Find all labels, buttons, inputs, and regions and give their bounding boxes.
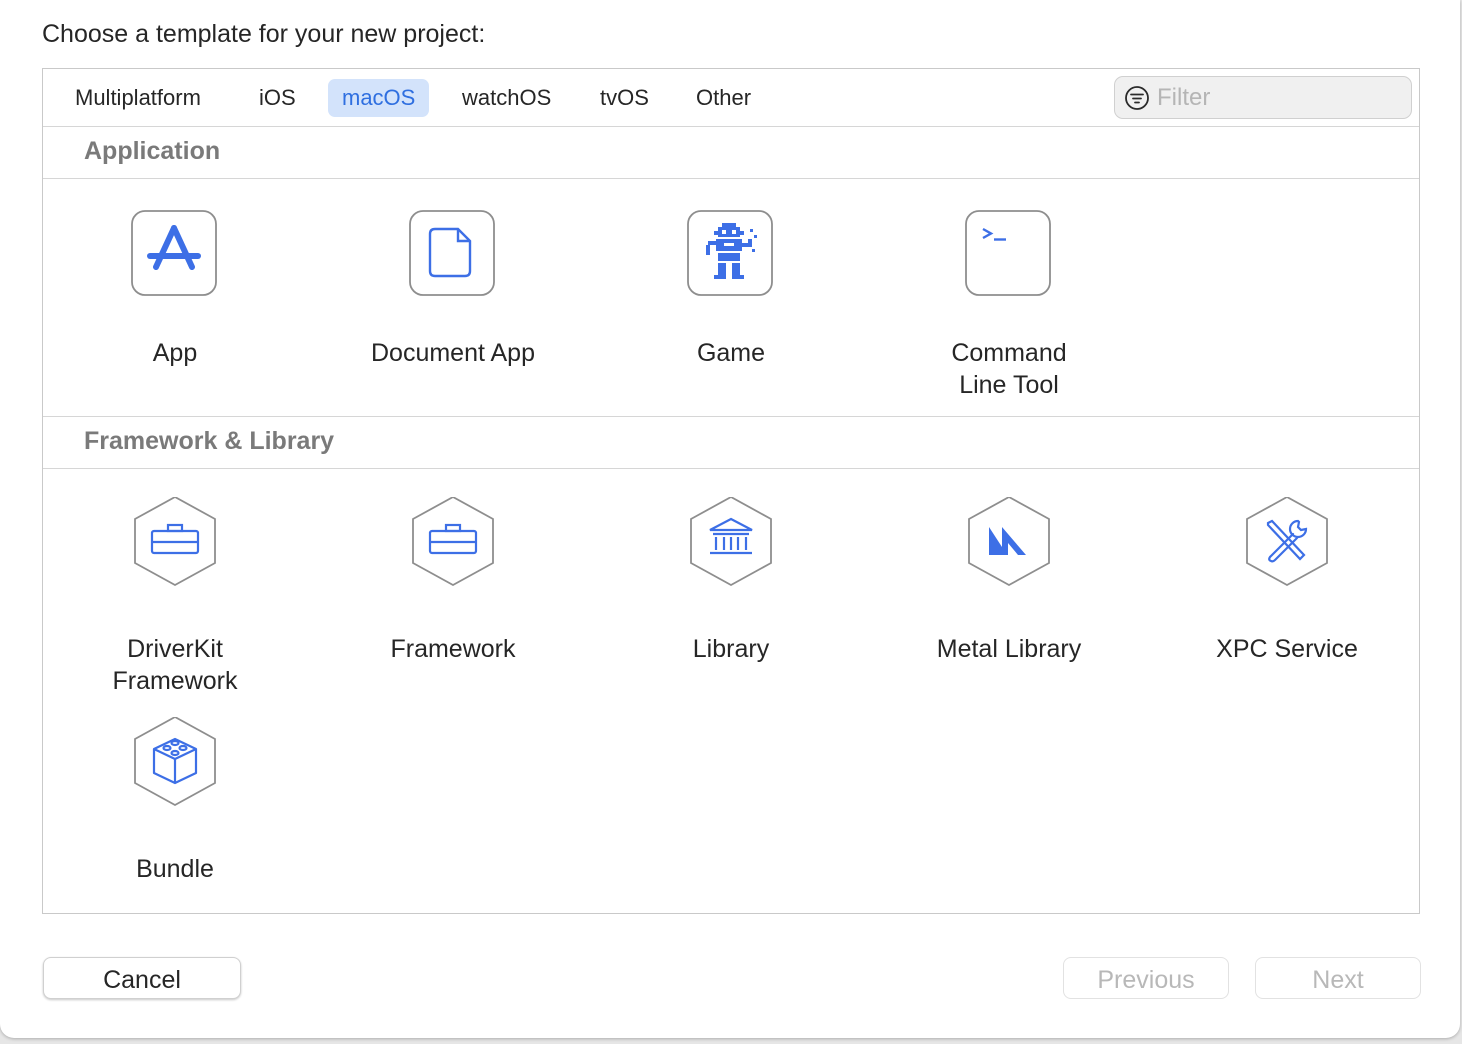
- document-icon: [408, 209, 498, 299]
- template-document-app[interactable]: Document App: [333, 209, 573, 369]
- template-label: DriverKit Framework: [112, 635, 238, 695]
- template-bundle[interactable]: Bundle: [55, 715, 295, 885]
- template-library[interactable]: Library: [611, 495, 851, 665]
- tab-ios[interactable]: iOS: [245, 79, 310, 117]
- template-label: Document App: [371, 339, 535, 367]
- template-panel: Multiplatform iOS macOS watchOS tvOS Oth…: [42, 68, 1420, 914]
- template-metal-library[interactable]: Metal Library: [889, 495, 1129, 665]
- template-app[interactable]: App: [55, 209, 295, 369]
- lego-cube-icon: [130, 715, 220, 807]
- template-game[interactable]: Game: [611, 209, 851, 369]
- toolbox-icon: [408, 495, 498, 587]
- metal-icon: [964, 495, 1054, 587]
- filter-field[interactable]: [1114, 76, 1412, 119]
- wrench-screwdriver-icon: [1242, 495, 1332, 587]
- template-label: Framework: [390, 635, 516, 663]
- platform-tab-bar: Multiplatform iOS macOS watchOS tvOS Oth…: [43, 69, 1419, 127]
- next-button[interactable]: Next: [1255, 957, 1421, 999]
- section-title-application: Application: [84, 137, 221, 165]
- section-header-framework-library: Framework & Library: [43, 417, 1419, 469]
- filter-icon: [1125, 86, 1149, 110]
- new-project-sheet: Choose a template for your new project: …: [0, 0, 1460, 1038]
- section-title-framework-library: Framework & Library: [84, 427, 335, 455]
- library-building-icon: [686, 495, 776, 587]
- tab-watchos[interactable]: watchOS: [448, 79, 565, 117]
- template-label: Metal Library: [936, 635, 1082, 663]
- terminal-icon: [964, 209, 1054, 299]
- template-xpc-service[interactable]: XPC Service: [1167, 495, 1407, 665]
- template-command-line-tool[interactable]: Command Line Tool: [889, 209, 1129, 401]
- template-label: Library: [692, 635, 770, 663]
- template-framework[interactable]: Framework: [333, 495, 573, 665]
- filter-input[interactable]: [1155, 81, 1399, 115]
- template-label: App: [152, 339, 198, 367]
- tab-multiplatform[interactable]: Multiplatform: [61, 79, 215, 117]
- sheet-heading: Choose a template for your new project:: [42, 20, 486, 48]
- template-label: Game: [696, 339, 766, 367]
- tab-tvos[interactable]: tvOS: [586, 79, 663, 117]
- template-label: XPC Service: [1216, 635, 1358, 663]
- toolbox-icon: [130, 495, 220, 587]
- cancel-button[interactable]: Cancel: [43, 957, 241, 999]
- app-store-icon: [130, 209, 220, 299]
- tab-other[interactable]: Other: [682, 79, 765, 117]
- previous-button[interactable]: Previous: [1063, 957, 1229, 999]
- template-label: Command Line Tool: [951, 339, 1067, 399]
- template-label: Bundle: [136, 855, 214, 883]
- template-driverkit-framework[interactable]: DriverKit Framework: [55, 495, 295, 697]
- section-header-application: Application: [43, 127, 1419, 179]
- game-robot-icon: [686, 209, 776, 299]
- tab-macos[interactable]: macOS: [328, 79, 430, 117]
